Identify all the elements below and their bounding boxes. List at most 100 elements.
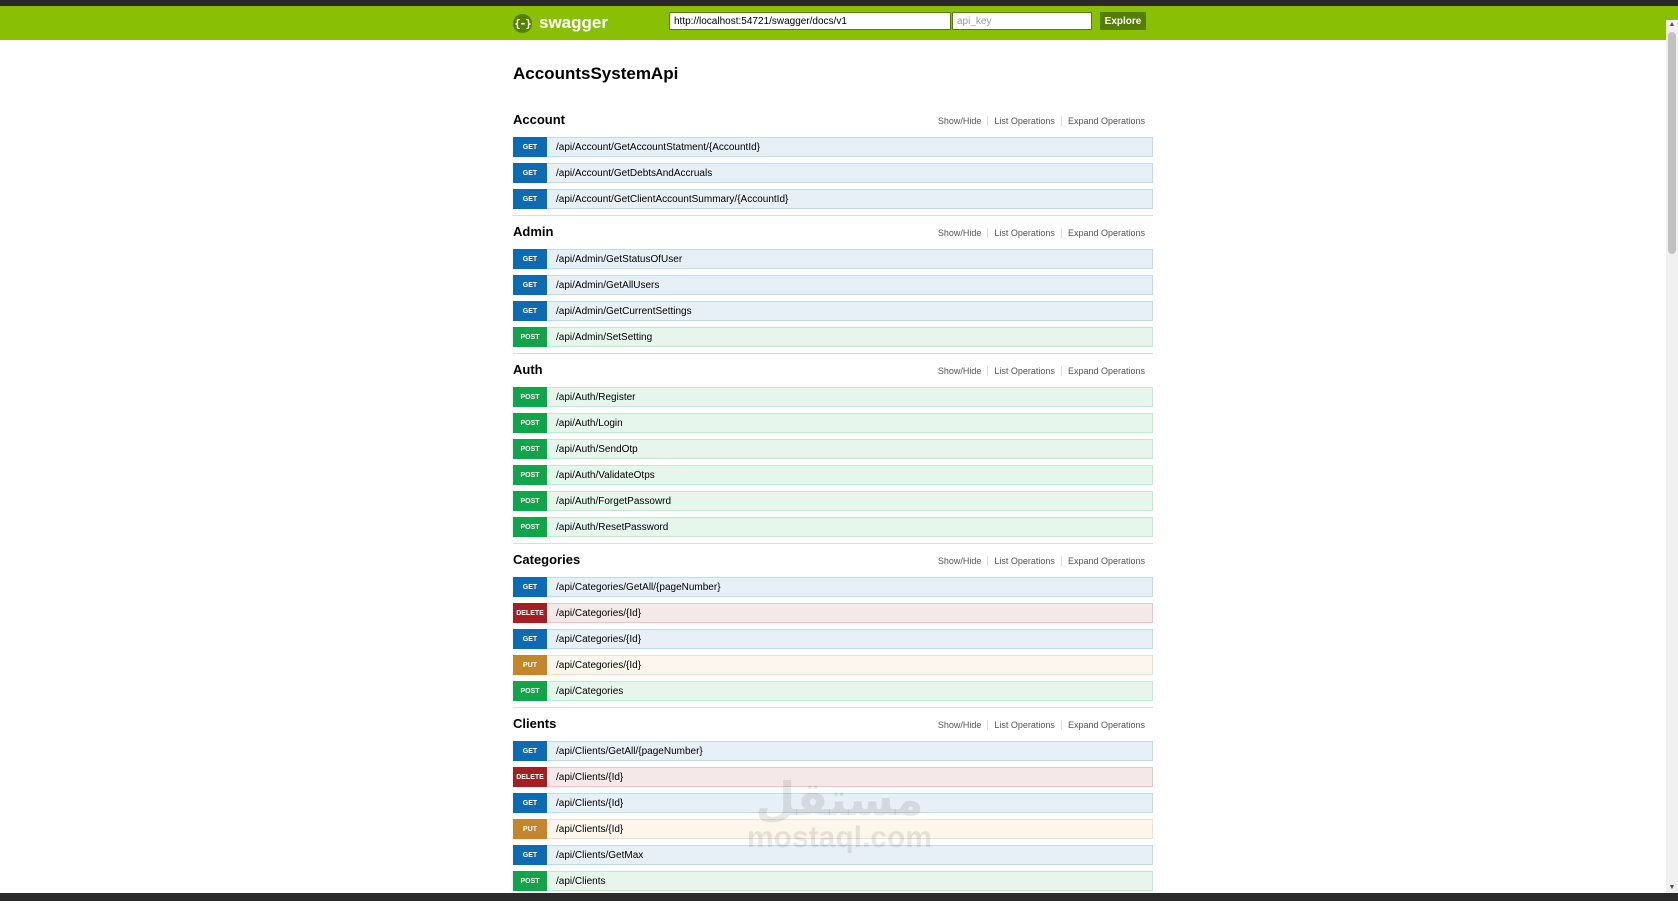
operation-path[interactable]: /api/Clients/GetAll/{pageNumber} (556, 746, 703, 757)
resource-name[interactable]: Clients (513, 716, 556, 731)
operation-row[interactable]: GET/api/Admin/GetStatusOfUser (513, 249, 1153, 269)
operation-path[interactable]: /api/Auth/ResetPassword (556, 522, 668, 533)
resource-name[interactable]: Admin (513, 224, 553, 239)
method-badge[interactable]: GET (513, 741, 547, 761)
operation-path[interactable]: /api/Categories/GetAll/{pageNumber} (556, 582, 721, 593)
operation-path[interactable]: /api/Clients/{Id} (556, 772, 623, 783)
operation-row[interactable]: POST/api/Admin/SetSetting (513, 327, 1153, 347)
operation-path[interactable]: /api/Auth/Login (556, 418, 623, 429)
operation-path[interactable]: /api/Clients/{Id} (556, 798, 623, 809)
method-badge[interactable]: POST (513, 517, 547, 537)
list-operations-link[interactable]: List Operations (988, 228, 1062, 238)
resource-name[interactable]: Categories (513, 552, 580, 567)
operation-row[interactable]: GET/api/Admin/GetCurrentSettings (513, 301, 1153, 321)
operation-row[interactable]: GET/api/Account/GetAccountStatment/{Acco… (513, 137, 1153, 157)
resource-heading: Clients Show/Hide List Operations Expand Op… (513, 715, 1153, 735)
show-hide-link[interactable]: Show/Hide (932, 720, 989, 730)
list-operations-link[interactable]: List Operations (988, 556, 1062, 566)
method-badge[interactable]: POST (513, 439, 547, 459)
method-badge[interactable]: PUT (513, 819, 547, 839)
operation-path[interactable]: /api/Account/GetDebtsAndAccruals (556, 168, 712, 179)
operation-path[interactable]: /api/Categories (556, 686, 623, 697)
api-url-input[interactable] (669, 12, 951, 30)
operation-row[interactable]: POST/api/Categories (513, 681, 1153, 701)
operation-path[interactable]: /api/Clients/GetMax (556, 850, 643, 861)
operation-row[interactable]: PUT/api/Categories/{Id} (513, 655, 1153, 675)
method-badge[interactable]: DELETE (513, 603, 547, 623)
expand-operations-link[interactable]: Expand Operations (1062, 366, 1145, 376)
operation-row[interactable]: POST/api/Auth/ValidateOtps (513, 465, 1153, 485)
operation-row[interactable]: GET/api/Admin/GetAllUsers (513, 275, 1153, 295)
operation-path[interactable]: /api/Categories/{Id} (556, 660, 641, 671)
resource-account: Account Show/Hide List Operations Expand Op… (513, 111, 1153, 216)
operation-row[interactable]: GET/api/Account/GetDebtsAndAccruals (513, 163, 1153, 183)
expand-operations-link[interactable]: Expand Operations (1062, 556, 1145, 566)
expand-operations-link[interactable]: Expand Operations (1062, 720, 1145, 730)
expand-operations-link[interactable]: Expand Operations (1062, 228, 1145, 238)
operation-path[interactable]: /api/Clients (556, 876, 605, 887)
method-badge[interactable]: DELETE (513, 767, 547, 787)
operation-path[interactable]: /api/Categories/{Id} (556, 634, 641, 645)
operation-path[interactable]: /api/Admin/GetAllUsers (556, 280, 659, 291)
operation-path[interactable]: /api/Auth/ValidateOtps (556, 470, 655, 481)
operation-path[interactable]: /api/Admin/GetCurrentSettings (556, 306, 692, 317)
operation-row[interactable]: DELETE/api/Categories/{Id} (513, 603, 1153, 623)
operation-row[interactable]: POST/api/Auth/ResetPassword (513, 517, 1153, 537)
method-badge[interactable]: POST (513, 871, 547, 891)
method-badge[interactable]: GET (513, 163, 547, 183)
swagger-logo[interactable]: {-} swagger (513, 12, 608, 34)
method-badge[interactable]: GET (513, 189, 547, 209)
list-operations-link[interactable]: List Operations (988, 366, 1062, 376)
method-badge[interactable]: POST (513, 413, 547, 433)
operation-path[interactable]: /api/Categories/{Id} (556, 608, 641, 619)
explore-button[interactable]: Explore (1100, 12, 1146, 30)
operation-path[interactable]: /api/Auth/ForgetPassowrd (556, 496, 671, 507)
operation-row[interactable]: POST/api/Auth/ForgetPassowrd (513, 491, 1153, 511)
operation-row[interactable]: GET/api/Categories/{Id} (513, 629, 1153, 649)
scroll-up-arrow-icon[interactable]: ▲ (1666, 20, 1678, 30)
scrollbar-thumb[interactable] (1668, 32, 1676, 254)
list-operations-link[interactable]: List Operations (988, 720, 1062, 730)
operation-path[interactable]: /api/Auth/SendOtp (556, 444, 638, 455)
operation-row[interactable]: GET/api/Clients/GetAll/{pageNumber} (513, 741, 1153, 761)
operation-path[interactable]: /api/Admin/SetSetting (556, 332, 652, 343)
method-badge[interactable]: GET (513, 137, 547, 157)
method-badge[interactable]: POST (513, 491, 547, 511)
resource-name[interactable]: Auth (513, 362, 543, 377)
operation-row[interactable]: GET/api/Account/GetClientAccountSummary/… (513, 189, 1153, 209)
scroll-down-arrow-icon[interactable]: ▼ (1666, 883, 1678, 893)
show-hide-link[interactable]: Show/Hide (932, 366, 989, 376)
method-badge[interactable]: GET (513, 629, 547, 649)
show-hide-link[interactable]: Show/Hide (932, 116, 989, 126)
watermark-arabic: مستقل (755, 772, 924, 826)
operation-row[interactable]: POST/api/Auth/Register (513, 387, 1153, 407)
operation-path[interactable]: /api/Admin/GetStatusOfUser (556, 254, 682, 265)
show-hide-link[interactable]: Show/Hide (932, 556, 989, 566)
operation-path[interactable]: /api/Clients/{Id} (556, 824, 623, 835)
show-hide-link[interactable]: Show/Hide (932, 228, 989, 238)
method-badge[interactable]: GET (513, 275, 547, 295)
method-badge[interactable]: GET (513, 249, 547, 269)
operation-path[interactable]: /api/Auth/Register (556, 392, 636, 403)
method-badge[interactable]: PUT (513, 655, 547, 675)
method-badge[interactable]: POST (513, 465, 547, 485)
list-operations-link[interactable]: List Operations (988, 116, 1062, 126)
method-badge[interactable]: GET (513, 301, 547, 321)
operation-row[interactable]: POST/api/Clients (513, 871, 1153, 891)
operation-row[interactable]: POST/api/Auth/SendOtp (513, 439, 1153, 459)
method-badge[interactable]: GET (513, 577, 547, 597)
api-key-input[interactable] (952, 12, 1092, 30)
operation-row[interactable]: GET/api/Categories/GetAll/{pageNumber} (513, 577, 1153, 597)
method-badge[interactable]: POST (513, 327, 547, 347)
expand-operations-link[interactable]: Expand Operations (1062, 116, 1145, 126)
operation-path[interactable]: /api/Account/GetClientAccountSummary/{Ac… (556, 194, 788, 205)
operation-row[interactable]: POST/api/Auth/Login (513, 413, 1153, 433)
method-badge[interactable]: GET (513, 793, 547, 813)
method-badge[interactable]: POST (513, 387, 547, 407)
method-badge[interactable]: POST (513, 681, 547, 701)
resource-name[interactable]: Account (513, 112, 565, 127)
swagger-header: {-} swagger Explore (0, 6, 1678, 40)
resource-categories: Categories Show/Hide List Operations Expand… (513, 551, 1153, 708)
method-badge[interactable]: GET (513, 845, 547, 865)
operation-path[interactable]: /api/Account/GetAccountStatment/{Account… (556, 142, 760, 153)
